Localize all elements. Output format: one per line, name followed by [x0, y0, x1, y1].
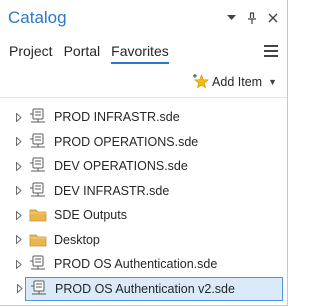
tab-portal[interactable]: Portal: [64, 43, 101, 64]
tree-item-label: DEV INFRASTR.sde: [54, 183, 170, 198]
tree-item-label: PROD OS Authentication v2.sde: [55, 281, 235, 296]
add-star-icon: [193, 73, 209, 89]
folder-icon: [29, 234, 47, 246]
tree-item-label: Desktop: [54, 232, 100, 247]
pane-window-controls: [225, 10, 279, 26]
tree-item-label: PROD OS Authentication.sde: [54, 257, 218, 272]
folder-icon: [29, 209, 47, 222]
database-connection-icon: [31, 280, 46, 294]
tree-item-label: DEV OPERATIONS.sde: [54, 159, 188, 174]
tree-item[interactable]: SDE Outputs: [0, 203, 287, 228]
tree-item-label: PROD INFRASTR.sde: [54, 110, 180, 125]
tree-item-label: SDE Outputs: [54, 208, 127, 223]
add-item-label: Add Item: [212, 74, 263, 89]
expand-arrow-icon[interactable]: [16, 210, 24, 220]
chevron-down-icon[interactable]: ▼: [268, 77, 277, 87]
tab-project[interactable]: Project: [9, 43, 53, 64]
expand-arrow-icon[interactable]: [16, 137, 24, 147]
database-connection-icon: [30, 133, 45, 147]
database-connection-icon: [30, 182, 45, 196]
tree-item[interactable]: PROD OS Authentication.sde: [0, 252, 287, 277]
database-connection-icon: [30, 255, 45, 270]
hamburger-menu-icon[interactable]: [264, 45, 278, 57]
tree-item-label: PROD OPERATIONS.sde: [54, 134, 199, 149]
expand-arrow-icon[interactable]: [16, 112, 24, 122]
database-connection-icon: [30, 157, 45, 172]
tree-item-selected[interactable]: PROD OS Authentication v2.sde: [17, 276, 283, 301]
divider: [0, 97, 287, 98]
expand-arrow-icon[interactable]: [16, 186, 24, 196]
pane-title: Catalog: [8, 8, 67, 27]
favorites-tree: PROD INFRASTR.sde PROD OPERATIONS.sde DE…: [0, 105, 287, 301]
expand-arrow-icon[interactable]: [17, 284, 25, 294]
catalog-pane: Catalog Project Portal Favorites Add Ite…: [0, 0, 288, 306]
add-item-button[interactable]: Add Item ▼: [193, 73, 277, 90]
tree-item[interactable]: PROD OPERATIONS.sde: [0, 130, 287, 155]
tree-item[interactable]: DEV OPERATIONS.sde: [0, 154, 287, 179]
tree-item[interactable]: PROD INFRASTR.sde: [0, 105, 287, 130]
database-connection-icon: [30, 108, 45, 123]
pane-options-dropdown-icon[interactable]: [225, 11, 237, 25]
catalog-tabs: Project Portal Favorites: [9, 43, 180, 64]
expand-arrow-icon[interactable]: [16, 259, 24, 269]
expand-arrow-icon[interactable]: [16, 161, 24, 171]
tab-favorites[interactable]: Favorites: [111, 43, 169, 64]
pin-icon[interactable]: [246, 11, 258, 25]
expand-arrow-icon[interactable]: [16, 235, 24, 245]
tree-item[interactable]: DEV INFRASTR.sde: [0, 179, 287, 204]
close-icon[interactable]: [267, 11, 279, 25]
tree-item[interactable]: Desktop: [0, 228, 287, 253]
